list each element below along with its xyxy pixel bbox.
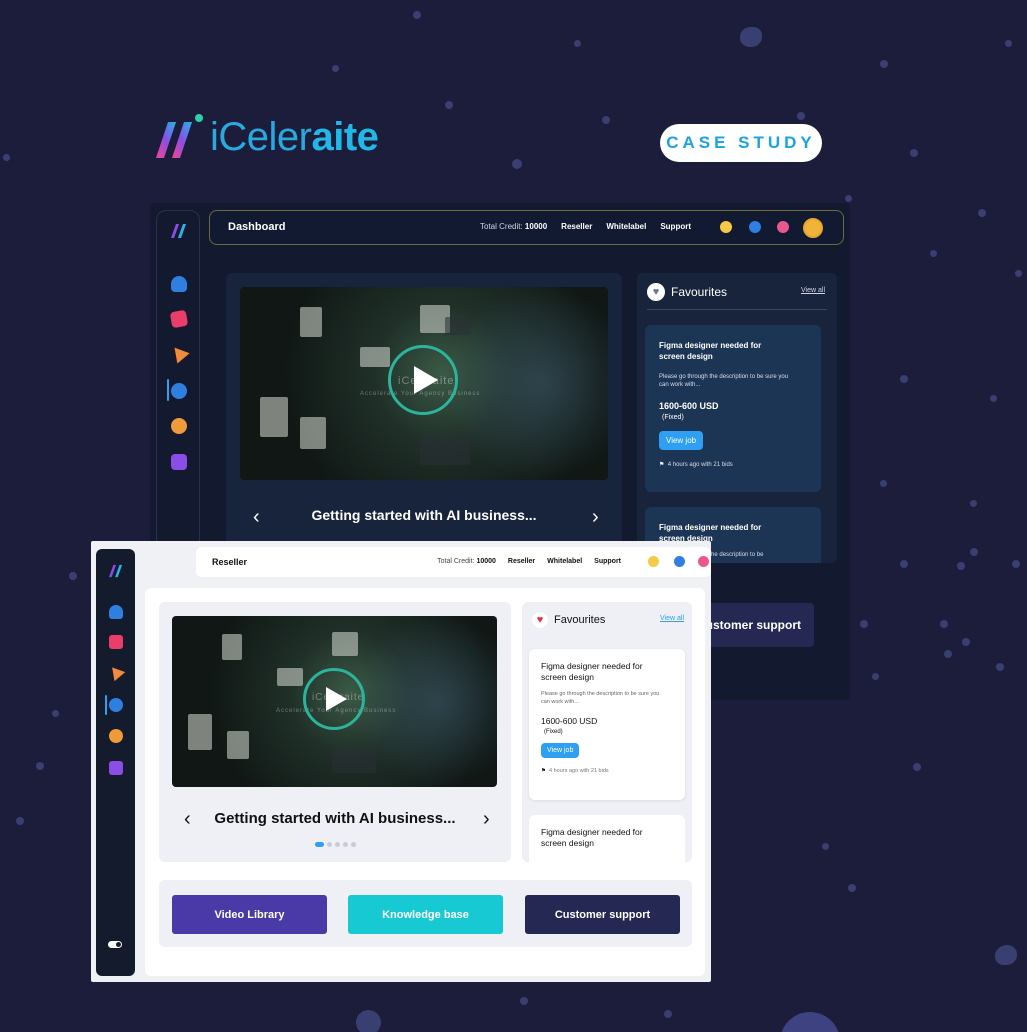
app-logo-icon: [156, 114, 203, 158]
avatar[interactable]: [803, 218, 823, 238]
send-icon[interactable]: [168, 342, 190, 364]
next-arrow-icon[interactable]: ›: [483, 809, 490, 829]
job-card[interactable]: Figma designer needed for screen design …: [645, 325, 821, 492]
total-credit: Total Credit: 10000: [437, 558, 496, 565]
job-title: Figma designer needed for screen design: [659, 341, 762, 361]
view-job-button[interactable]: View job: [659, 431, 704, 451]
play-button[interactable]: [303, 668, 365, 730]
coin-icon[interactable]: [109, 729, 123, 743]
next-arrow-icon[interactable]: ›: [592, 507, 599, 527]
video-player[interactable]: iCeleraite Accelerate Your Agency Busine…: [172, 616, 497, 787]
flower-icon[interactable]: [777, 221, 789, 233]
heart-icon: ♥: [532, 612, 548, 628]
bulb-icon[interactable]: [648, 556, 659, 567]
bulb-icon[interactable]: [720, 221, 732, 233]
theme-toggle[interactable]: [108, 941, 122, 948]
play-button[interactable]: [388, 345, 458, 415]
job-card[interactable]: Figma designer needed for screen design …: [529, 649, 685, 800]
analytics-icon[interactable]: [109, 635, 123, 649]
nav-reseller[interactable]: Reseller: [508, 558, 535, 565]
send-icon[interactable]: [106, 662, 126, 682]
favourites-title: Favourites: [554, 614, 606, 626]
chat-bubble-icon[interactable]: [749, 221, 761, 233]
cloud-icon[interactable]: [109, 605, 123, 619]
coin-icon[interactable]: [171, 418, 187, 434]
dark-topbar: Dashboard Total Credit: 10000 Reseller W…: [209, 210, 844, 245]
crown-icon[interactable]: [171, 454, 187, 470]
nav-support[interactable]: Support: [660, 222, 691, 231]
carousel-dot[interactable]: [314, 842, 324, 847]
dark-video-panel: iCeleraite Accelerate Your Agency Busine…: [226, 273, 622, 553]
light-dashboard-window: Reseller Total Credit: 10000 Reseller Wh…: [91, 541, 711, 982]
light-topbar: Reseller Total Credit: 10000 Reseller Wh…: [196, 547, 711, 577]
active-indicator: [167, 379, 169, 401]
favourites-header: ♥ Favourites: [532, 612, 605, 628]
dark-favourites-panel: ♥ Favourites View all Figma designer nee…: [637, 273, 837, 563]
job-price: 1600-600 USD: [659, 401, 719, 412]
job-price: 1600-600 USD: [541, 716, 598, 727]
cloud-icon[interactable]: [171, 276, 187, 292]
job-description: Please go through the description to be …: [541, 690, 660, 705]
brand-logo: iCeleraite: [152, 112, 379, 162]
job-type: (Fixed): [662, 414, 684, 422]
video-player[interactable]: iCeleraite Accelerate Your Agency Busine…: [240, 287, 608, 480]
crown-icon[interactable]: [109, 761, 123, 775]
top-nav: Total Credit: 10000 Reseller Whitelabel …: [437, 558, 621, 565]
nav-support[interactable]: Support: [594, 558, 621, 565]
user-chat-icon[interactable]: [109, 698, 123, 712]
job-title: Figma designer needed for screen design: [541, 827, 643, 849]
user-chat-icon[interactable]: [171, 383, 187, 399]
view-all-link[interactable]: View all: [660, 615, 684, 622]
app-logo-icon[interactable]: [170, 223, 188, 239]
favourites-header: ♥ Favourites: [647, 283, 727, 301]
nav-whitelabel[interactable]: Whitelabel: [606, 222, 646, 231]
view-job-button[interactable]: View job: [541, 743, 580, 759]
job-description: Please go through the description to be …: [659, 373, 789, 388]
page-title: Reseller: [212, 557, 248, 567]
video-library-button[interactable]: Video Library: [172, 895, 327, 934]
job-type: (Fixed): [544, 729, 563, 736]
view-all-link[interactable]: View all: [801, 287, 825, 294]
heart-icon: ♥: [647, 283, 665, 301]
video-title: Getting started with AI business...: [311, 507, 537, 523]
job-title: Figma designer needed for screen design: [541, 661, 643, 683]
analytics-icon[interactable]: [169, 309, 189, 329]
chat-bubble-icon[interactable]: [674, 556, 685, 567]
knowledge-base-button[interactable]: Knowledge base: [348, 895, 503, 934]
total-credit: Total Credit: 10000: [480, 222, 548, 231]
flag-icon: ⚑: [659, 462, 665, 469]
job-card[interactable]: Figma designer needed for screen design: [529, 815, 685, 862]
carousel-dot[interactable]: [334, 842, 340, 847]
case-study-badge: CASE STUDY: [660, 124, 822, 162]
carousel-dot[interactable]: [326, 842, 332, 847]
active-indicator: [105, 695, 107, 715]
quick-actions: Video Library Knowledge base Customer su…: [159, 880, 692, 947]
flag-icon: ⚑: [541, 768, 546, 775]
flower-icon[interactable]: [698, 556, 709, 567]
customer-support-button[interactable]: Customer support: [525, 895, 680, 934]
job-meta: ⚑ 4 hours ago with 21 bids: [541, 768, 609, 775]
divider: [647, 309, 827, 310]
video-title: Getting started with AI business...: [214, 810, 456, 827]
carousel-dot[interactable]: [350, 842, 356, 847]
app-logo-icon[interactable]: [108, 564, 124, 578]
job-meta: ⚑ 4 hours ago with 21 bids: [659, 462, 733, 469]
dark-sidebar: [156, 210, 200, 550]
nav-reseller[interactable]: Reseller: [561, 222, 592, 231]
light-sidebar: [96, 549, 135, 976]
light-content-panel: iCeleraite Accelerate Your Agency Busine…: [145, 588, 705, 976]
carousel-dot[interactable]: [342, 842, 348, 847]
nav-whitelabel[interactable]: Whitelabel: [547, 558, 582, 565]
light-favourites-panel: ♥ Favourites View all Figma designer nee…: [522, 602, 692, 862]
favourites-title: Favourites: [671, 285, 728, 299]
brand-name: iCeleraite: [210, 115, 379, 159]
carousel-dots[interactable]: [159, 842, 511, 847]
top-nav: Total Credit: 10000 Reseller Whitelabel …: [480, 222, 691, 231]
page-title: Dashboard: [228, 221, 286, 233]
light-video-panel: iCeleraite Accelerate Your Agency Busine…: [159, 602, 511, 862]
